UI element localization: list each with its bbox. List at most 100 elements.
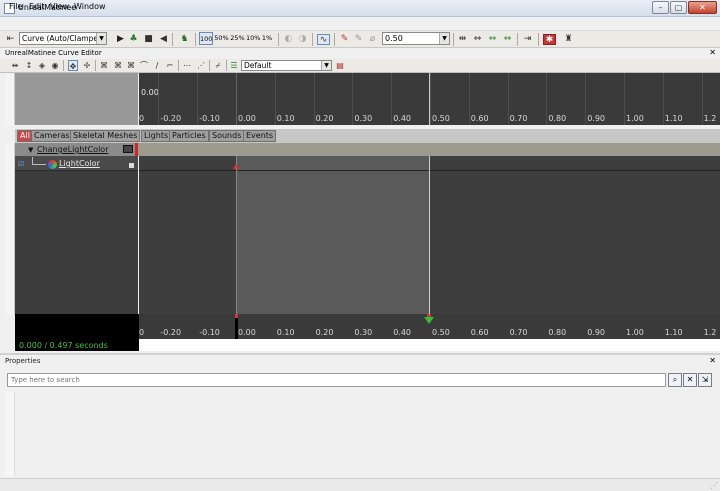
toolbar-separator	[278, 33, 279, 46]
fit-view-icon[interactable]: ⇔	[472, 34, 483, 45]
properties-close-icon[interactable]: ✕	[709, 356, 716, 365]
track-name[interactable]: LightColor	[59, 159, 100, 168]
fit-horizontal-icon[interactable]: ⇹	[10, 60, 20, 71]
toolbar-separator	[95, 60, 96, 71]
curve-editor-close-icon[interactable]: ✕	[709, 48, 716, 57]
snap-time-icon[interactable]: ✎	[353, 34, 364, 45]
tracks-scrollbar[interactable]	[5, 143, 15, 315]
stop-icon[interactable]: ■	[143, 34, 154, 45]
camera-icon[interactable]: ♞	[179, 34, 190, 45]
ruler-tick-label: 0.20	[315, 328, 334, 337]
track-keyframe-toggle[interactable]	[129, 163, 134, 168]
fit-sequence-icon[interactable]: ⇹	[457, 34, 468, 45]
tab-events[interactable]: Events	[243, 130, 277, 142]
tab-particles[interactable]: Particles	[169, 130, 209, 142]
curve-editor-scrollbar[interactable]	[5, 73, 15, 125]
end-sequence-icon[interactable]: ⇥	[522, 34, 533, 45]
ruler-tick-label: -0.20	[160, 114, 182, 123]
sequence-end-line	[428, 73, 430, 125]
track-enable-checkbox[interactable]: ☑	[18, 160, 24, 168]
properties-search-input[interactable]	[7, 373, 666, 387]
menu-edit[interactable]: Edit	[29, 2, 45, 11]
snap-icon[interactable]: ✎	[339, 34, 350, 45]
collapse-triangle-icon[interactable]: ▼	[28, 146, 33, 154]
fit-loop-seq-icon[interactable]: ⇔	[502, 34, 513, 45]
tangent-break-icon[interactable]: ⌒	[139, 60, 149, 71]
play-icon[interactable]: ▶	[115, 34, 126, 45]
record-icon[interactable]: ✱	[543, 34, 556, 45]
loop-icon[interactable]: ♣	[128, 34, 139, 45]
close-button[interactable]: ✕	[688, 1, 717, 14]
flatten-tangents-icon[interactable]: ⋯	[182, 60, 192, 71]
add-key-icon[interactable]: ⇤	[5, 34, 16, 45]
ruler-tick-label: 0.70	[509, 114, 528, 123]
properties-scrollbar[interactable]	[5, 392, 15, 476]
snap-size-select[interactable]: 0.50 ▼	[382, 32, 450, 45]
fit-all-icon[interactable]: ◈	[37, 60, 47, 71]
speed-100-button[interactable]: 100	[199, 32, 213, 45]
tangent-auto-icon[interactable]: ⌘	[99, 60, 109, 71]
speed-50-button[interactable]: 50%	[214, 32, 229, 45]
timeline-scrollbar[interactable]	[139, 339, 720, 351]
curve-graph[interactable]: 0.00 0 -0.20 -0.10 0.00 0.10 0.20 0.30 0.40 0.50…	[139, 73, 720, 125]
resize-grip-icon[interactable]: ⋰	[710, 481, 718, 490]
speed-25-button[interactable]: 25%	[230, 32, 245, 45]
curve-editor-icon[interactable]: ∿	[317, 34, 330, 45]
reverse-icon[interactable]: ◀	[158, 34, 169, 45]
minimize-button[interactable]: –	[652, 1, 669, 14]
clear-search-icon[interactable]: ✕	[683, 373, 697, 387]
ruler-tick-label: 1.00	[626, 328, 644, 337]
ruler-grid-line	[546, 73, 548, 125]
create-tab-icon[interactable]: ☰	[229, 60, 239, 71]
speed-1-button[interactable]: 1%	[261, 32, 273, 45]
straighten-tangents-icon[interactable]: ⋰	[196, 60, 206, 71]
tab-sounds[interactable]: Sounds	[209, 130, 245, 142]
delete-tab-icon[interactable]: ▤	[335, 60, 345, 71]
ruler-tick-label: 1.10	[664, 328, 683, 337]
maximize-button[interactable]: ▢	[670, 1, 687, 14]
loop-end-marker[interactable]	[426, 314, 431, 317]
fit-vertical-icon[interactable]: ↕	[24, 60, 34, 71]
time-readout: 0.000 / 0.497 seconds	[19, 341, 108, 350]
panel-divider[interactable]	[0, 353, 720, 355]
timeline-ruler[interactable]: 0 -0.20 -0.10 0.00 0.10 0.20 0.30 0.40 0.50 0.60 0…	[139, 314, 720, 339]
search-icon[interactable]: ⌕	[668, 373, 682, 387]
undo-icon[interactable]: ◐	[283, 34, 294, 45]
tab-skeletal-meshes[interactable]: Skeletal Meshes	[70, 130, 141, 142]
tab-cameras[interactable]: Cameras	[31, 130, 73, 142]
redo-icon[interactable]: ◑	[297, 34, 308, 45]
curve-mode-select[interactable]: Curve (Auto/Clampec ▼	[19, 32, 107, 45]
toolbar-separator	[538, 33, 539, 46]
curve-preset-select[interactable]: Default ▼	[241, 60, 332, 71]
ruler-grid-line	[701, 73, 703, 125]
playhead-marker[interactable]	[235, 314, 238, 339]
fit-selected-icon[interactable]: ◉	[50, 60, 60, 71]
pan-mode-icon[interactable]: ✥	[68, 60, 78, 71]
show-all-tangents-icon[interactable]: ⌿	[213, 60, 223, 71]
tab-lights[interactable]: Lights	[141, 130, 172, 142]
tangent-clamped-icon[interactable]: ⌘	[113, 60, 123, 71]
ruler-tick-label: 0.90	[587, 114, 605, 123]
group-name[interactable]: ChangeLightColor	[37, 145, 108, 154]
track-timeline[interactable]	[139, 156, 720, 314]
sequence-end-marker[interactable]	[423, 317, 434, 324]
folder-icon[interactable]	[123, 145, 133, 153]
menu-view[interactable]: View	[50, 2, 69, 11]
ruler-grid-line	[352, 73, 354, 125]
toolbar-separator	[209, 60, 210, 71]
tangent-constant-icon[interactable]: ⌐	[165, 60, 175, 71]
sequence-range-highlight	[236, 156, 429, 314]
tangent-linear-icon[interactable]: ∕	[152, 60, 162, 71]
speed-10-button[interactable]: 10%	[246, 32, 260, 45]
snap-frames-icon[interactable]: ⌀	[367, 34, 378, 45]
menu-file[interactable]: File	[9, 2, 22, 11]
director-icon[interactable]: ♜	[563, 34, 574, 45]
ruler-tick-label: 0.20	[315, 114, 334, 123]
keyframe-marker[interactable]	[233, 164, 239, 169]
ruler-tick-label: -0.10	[199, 114, 220, 123]
collapse-all-icon[interactable]: ⇲	[698, 373, 712, 387]
tangent-user-icon[interactable]: ⌘	[126, 60, 136, 71]
fit-loop-icon[interactable]: ⇔	[487, 34, 498, 45]
zoom-mode-icon[interactable]: ✢	[82, 60, 92, 71]
menu-window[interactable]: Window	[74, 2, 106, 11]
